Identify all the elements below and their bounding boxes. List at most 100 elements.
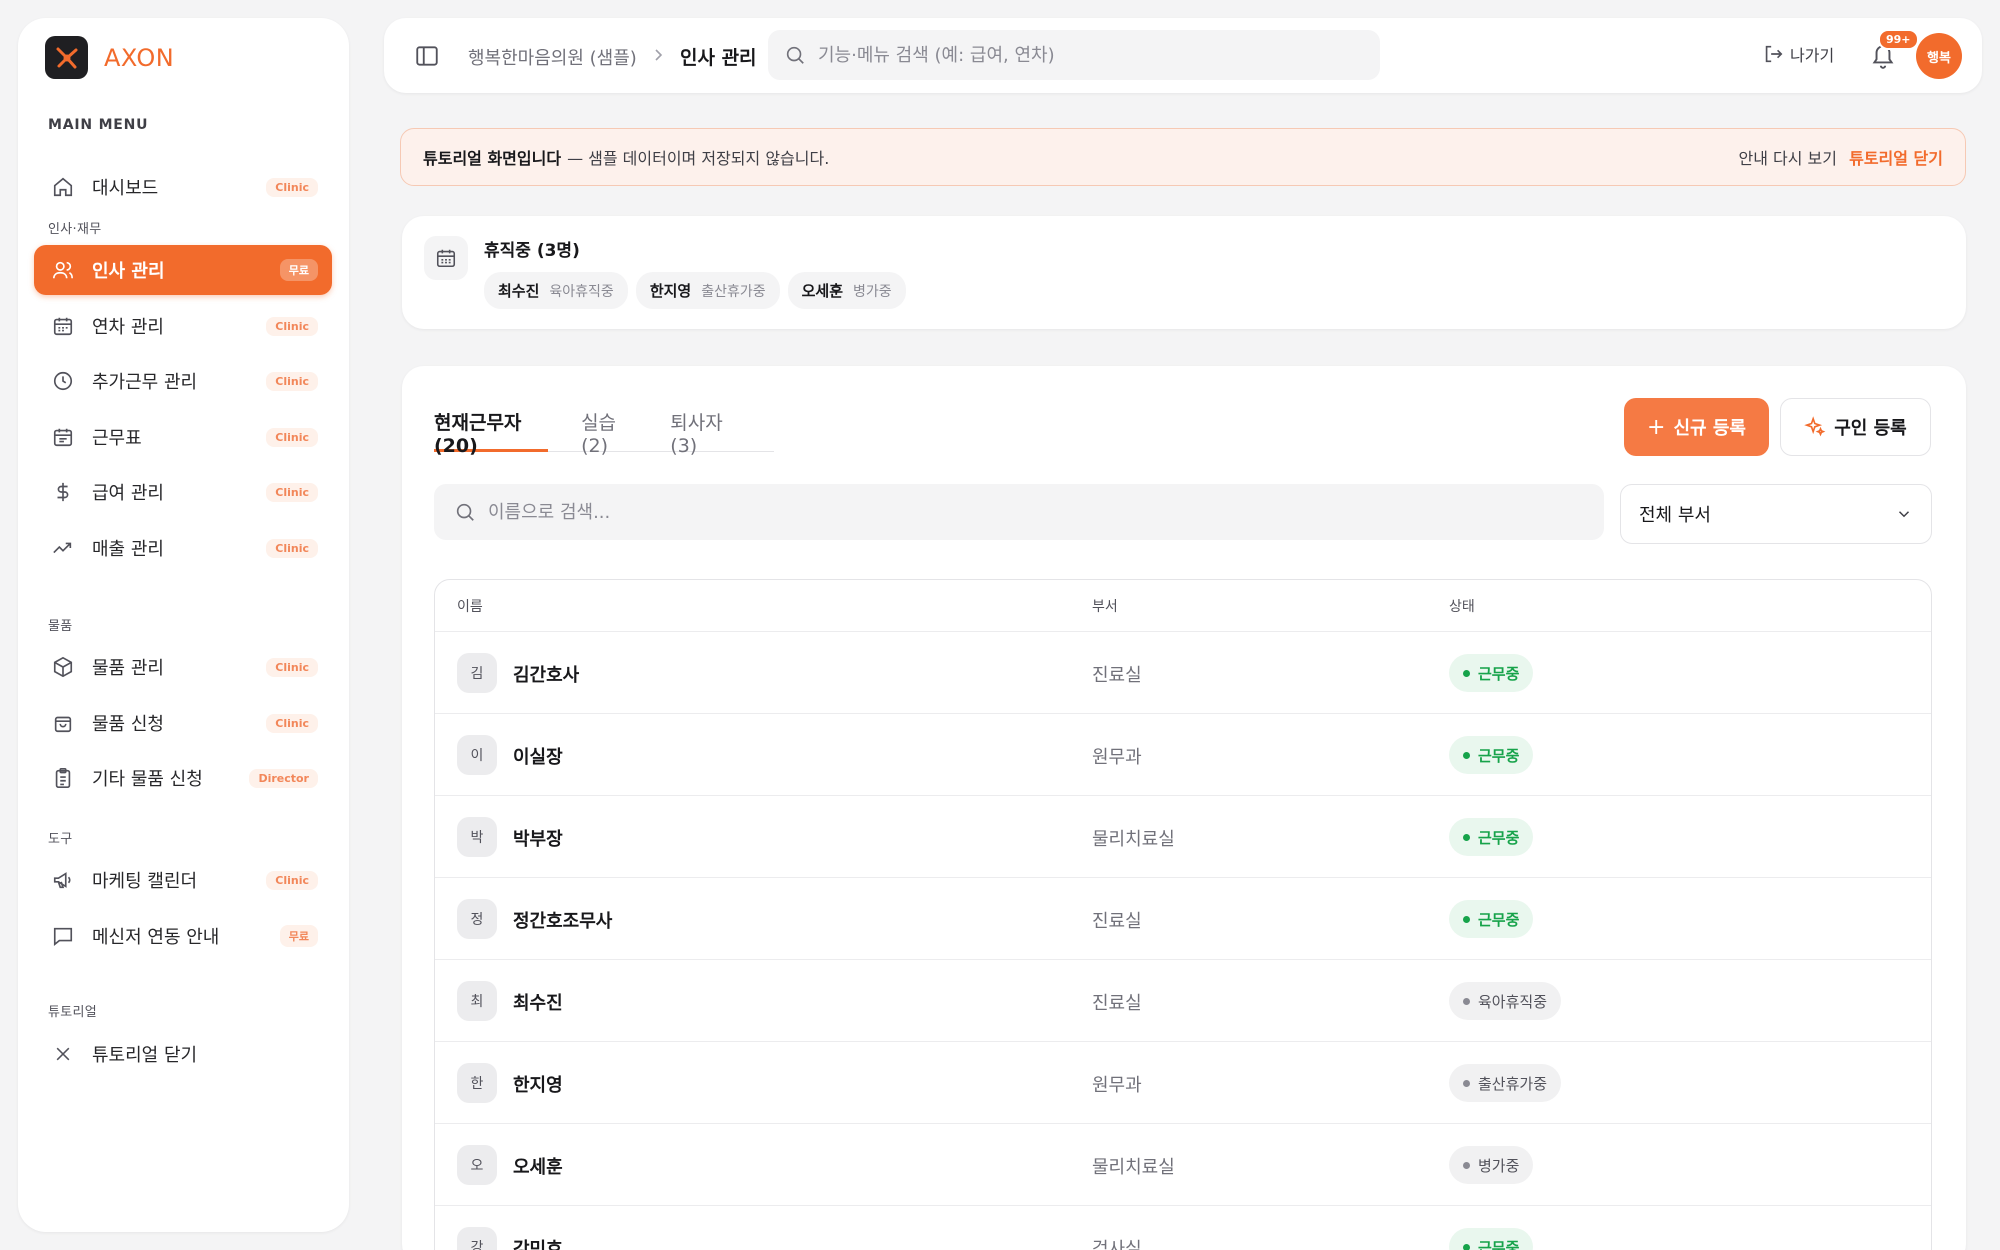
new-staff-button[interactable]: + 신규 등록 (1624, 398, 1769, 456)
table-row[interactable]: 정 정간호조무사 진료실 근무중 (435, 878, 1931, 960)
on-leave-chip: 한지영 출산휴가중 (635, 272, 780, 309)
show-guide-again-link[interactable]: 안내 다시 보기 (1739, 145, 1838, 169)
table-row[interactable]: 이 이실장 원무과 근무중 (435, 714, 1931, 796)
status-badge: 육아휴직중 (1449, 982, 1562, 1020)
status-dot (1463, 833, 1470, 841)
user-avatar[interactable]: 행복 (1916, 33, 1962, 79)
status-badge: 근무중 (1449, 900, 1534, 938)
name-search-input[interactable] (488, 501, 1488, 523)
close-icon (50, 1041, 76, 1067)
on-leave-list: 최수진 육아휴직중 한지영 출산휴가중 오세훈 병가중 (484, 272, 906, 309)
sidebar-item-supply-request[interactable]: 물품 신청 Clinic (34, 698, 332, 748)
search-icon (454, 501, 476, 523)
on-leave-card: 휴직중 (3명) 최수진 육아휴직중 한지영 출산휴가중 오세훈 병가중 (402, 216, 1966, 329)
top-bar: 행복한마음의원 (샘플) 인사 관리 나가기 99+ 행복 (384, 18, 1982, 93)
staff-dept: 물리치료실 (1092, 829, 1175, 850)
chevron-right-icon (652, 45, 666, 65)
exit-button[interactable]: 나가기 (1762, 42, 1834, 66)
status-badge: 근무중 (1449, 654, 1534, 692)
brand-name: AXON (104, 43, 175, 72)
department-select[interactable]: 전체 부서 (1620, 484, 1932, 544)
main-menu-label: MAIN MENU (48, 117, 149, 133)
staff-name: 김간호사 (513, 665, 580, 686)
section-label-hr: 인사·재무 (48, 222, 102, 237)
status-badge: 출산휴가중 (1449, 1064, 1562, 1102)
staff-avatar: 최 (457, 981, 497, 1021)
tab-interns[interactable]: 실습 (2) (581, 400, 637, 457)
sidebar-item-messenger-guide[interactable]: 메신저 연동 안내 무료 (34, 911, 332, 961)
sidebar-item-marketing-calendar[interactable]: 마케팅 캘린더 Clinic (34, 855, 332, 905)
tutorial-banner: 튜토리얼 화면입니다 — 샘플 데이터이며 저장되지 않습니다. 안내 다시 보… (400, 128, 1966, 186)
staff-name: 정간호조무사 (513, 911, 613, 932)
message-icon (50, 923, 76, 949)
sidebar-item-payroll[interactable]: 급여 관리 Clinic (34, 467, 332, 517)
sidebar-item-dashboard[interactable]: 대시보드 Clinic (34, 162, 332, 212)
sidebar: AXON MAIN MENU 대시보드 Clinic 인사·재무 인사 관리 무… (18, 18, 349, 1232)
sidebar-toggle-icon[interactable] (414, 43, 440, 69)
column-header-dept[interactable]: 부서 (1092, 596, 1118, 616)
bag-icon (50, 710, 76, 736)
search-icon (784, 44, 806, 66)
on-leave-chip: 최수진 육아휴직중 (484, 272, 628, 309)
status-badge: 근무중 (1449, 736, 1534, 774)
staff-dept: 진료실 (1092, 665, 1142, 686)
sidebar-item-annual-leave[interactable]: 연차 관리 Clinic (34, 301, 332, 351)
job-posting-button[interactable]: 구인 등록 (1780, 398, 1931, 456)
global-search[interactable] (768, 30, 1380, 80)
calendar-icon (424, 236, 468, 280)
status-dot (1463, 669, 1470, 677)
sidebar-item-overtime[interactable]: 추가근무 관리 Clinic (34, 356, 332, 406)
calendar-grid-icon (50, 424, 76, 450)
staff-name: 최수진 (513, 993, 563, 1014)
sidebar-item-schedule[interactable]: 근무표 Clinic (34, 412, 332, 462)
staff-avatar: 정 (457, 899, 497, 939)
sidebar-item-close-tutorial[interactable]: 튜토리얼 닫기 (34, 1029, 332, 1079)
status-dot (1463, 997, 1470, 1005)
users-icon (50, 257, 76, 283)
staff-table: 이름 부서 상태 김 김간호사 진료실 근무중 이 이실장 원무과 근무중 박 … (434, 579, 1932, 1250)
megaphone-icon (50, 867, 76, 893)
table-header: 이름 부서 상태 (435, 580, 1931, 632)
box-icon (50, 654, 76, 680)
staff-name: 이실장 (513, 747, 563, 768)
status-dot (1463, 1079, 1470, 1087)
sidebar-item-supplies[interactable]: 물품 관리 Clinic (34, 642, 332, 692)
column-header-status[interactable]: 상태 (1449, 596, 1475, 616)
name-search[interactable] (434, 484, 1604, 540)
global-search-input[interactable] (818, 44, 1358, 66)
status-dot (1463, 1161, 1470, 1169)
table-row[interactable]: 김 김간호사 진료실 근무중 (435, 632, 1931, 714)
column-header-name[interactable]: 이름 (457, 596, 483, 616)
table-row[interactable]: 한 한지영 원무과 출산휴가중 (435, 1042, 1931, 1124)
notification-badge: 99+ (1878, 29, 1919, 50)
banner-title: 튜토리얼 화면입니다 (423, 149, 562, 168)
staff-name: 강민호 (513, 1239, 563, 1250)
staff-avatar: 이 (457, 735, 497, 775)
table-row[interactable]: 박 박부장 물리치료실 근무중 (435, 796, 1931, 878)
brand-logo[interactable]: AXON (45, 36, 174, 79)
table-row[interactable]: 최 최수진 진료실 육아휴직중 (435, 960, 1931, 1042)
tab-current-staff[interactable]: 현재근무자 (20) (434, 400, 549, 457)
staff-avatar: 오 (457, 1145, 497, 1185)
staff-name: 박부장 (513, 829, 563, 850)
staff-dept: 진료실 (1092, 911, 1142, 932)
tab-resigned[interactable]: 퇴사자 (3) (670, 400, 741, 457)
logo-icon (45, 36, 88, 79)
status-dot (1463, 751, 1470, 759)
trend-up-icon (50, 535, 76, 561)
exit-icon (1762, 43, 1784, 65)
staff-card: 현재근무자 (20) 실습 (2) 퇴사자 (3) + 신규 등록 구인 등록 … (402, 366, 1966, 1250)
close-tutorial-link[interactable]: 튜토리얼 닫기 (1849, 145, 1943, 169)
status-dot (1463, 1243, 1470, 1250)
table-row[interactable]: 강 강민호 검사실 근무중 (435, 1206, 1931, 1250)
sidebar-item-other-supply-request[interactable]: 기타 물품 신청 Director (34, 753, 332, 803)
status-badge: 근무중 (1449, 1228, 1534, 1250)
staff-avatar: 한 (457, 1063, 497, 1103)
staff-dept: 물리치료실 (1092, 1157, 1175, 1178)
staff-name: 한지영 (513, 1075, 563, 1096)
breadcrumb-clinic[interactable]: 행복한마음의원 (샘플) (468, 44, 637, 70)
table-row[interactable]: 오 오세훈 물리치료실 병가중 (435, 1124, 1931, 1206)
sidebar-item-hr[interactable]: 인사 관리 무료 (34, 245, 332, 295)
staff-dept: 진료실 (1092, 993, 1142, 1014)
sidebar-item-sales[interactable]: 매출 관리 Clinic (34, 523, 332, 573)
